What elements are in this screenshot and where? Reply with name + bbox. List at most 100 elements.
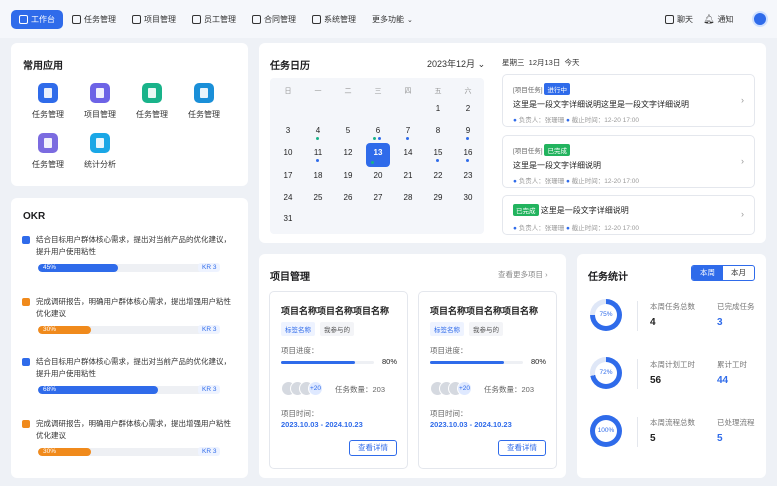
okr-progress-bar: 30%	[38, 326, 215, 334]
okr-item: 结合目标用户群体核心需求，提出对当前产品的优化建议，提升用户使用粘性 45% KR …	[22, 234, 234, 272]
progress-ring: 100%	[590, 415, 622, 447]
project-time: 2023.10.03 - 2024.10.23	[281, 420, 363, 429]
progress-ring: 75%	[590, 299, 622, 331]
calendar-day[interactable]: 26	[337, 193, 359, 202]
calendar-day[interactable]: 5	[337, 126, 359, 135]
calendar-day[interactable]: 24	[277, 193, 299, 202]
chevron-right-icon: ›	[741, 209, 744, 219]
calendar-day[interactable]: 18	[307, 171, 329, 180]
app-5[interactable]: 统计分析	[80, 133, 120, 170]
calendar-day[interactable]: 8	[427, 126, 449, 135]
calendar-day[interactable]: 27	[367, 193, 389, 202]
kr-badge[interactable]: KR 3	[198, 325, 221, 334]
view-details-button[interactable]: 查看详情	[498, 440, 546, 456]
app-label: 统计分析	[84, 160, 116, 169]
okr-progress-fill: 68%	[38, 386, 159, 394]
tab-week[interactable]: 本周	[692, 266, 723, 280]
project-name: 项目名称项目名称项目名称	[281, 306, 390, 316]
nav-project-management[interactable]: 项目管理	[132, 10, 176, 29]
kr-badge[interactable]: KR 3	[198, 263, 221, 272]
nav-system-management[interactable]: 系统管理	[312, 10, 356, 29]
stat-value: 5	[650, 433, 656, 444]
project-time: 2023.10.03 - 2024.10.23	[430, 420, 512, 429]
calendar-day[interactable]: 10	[277, 148, 299, 157]
app-3[interactable]: 任务管理	[184, 83, 224, 120]
project-tag: 我参与的	[469, 322, 503, 336]
okr-progress-fill: 45%	[38, 264, 118, 272]
task-meta: ● 负责人：张珊珊 ● 截止时间：12-20 17:00	[513, 175, 639, 185]
calendar-day[interactable]: 17	[277, 171, 299, 180]
calendar-day[interactable]: 11	[307, 148, 329, 157]
view-details-button[interactable]: 查看详情	[349, 440, 397, 456]
ring-label: 72%	[595, 362, 617, 384]
stat-label: 累计工时	[717, 360, 747, 369]
ring-label: 75%	[595, 304, 617, 326]
calendar-day[interactable]: 12	[337, 148, 359, 157]
stat-label: 已处理流程	[717, 418, 755, 427]
notification-button[interactable]: 🔔︎ 通知	[703, 10, 733, 29]
calendar-day[interactable]: 3	[277, 126, 299, 135]
okr-title: OKR	[23, 211, 46, 222]
okr-item: 完成调研报告，明确用户群体核心需求，提出增强用户粘性优化建议 30% KR 3	[22, 296, 234, 334]
kr-badge[interactable]: KR 3	[198, 385, 221, 394]
task-header: 已完成 这里是一段文字详细说明	[513, 204, 629, 216]
calendar-day[interactable]: 4	[307, 126, 329, 135]
avatar[interactable]	[752, 11, 768, 27]
calendar-day[interactable]: 6	[367, 126, 389, 135]
stat-label: 本周计划工时	[650, 360, 695, 369]
calendar-day[interactable]: 21	[397, 171, 419, 180]
calendar-day[interactable]: 16	[457, 148, 479, 157]
calendar-day[interactable]: 1	[427, 104, 449, 113]
calendar-day[interactable]: 9	[457, 126, 479, 135]
month-selector[interactable]: 2023年12月 ⌄	[427, 57, 485, 70]
chevron-down-icon: ⌄	[407, 16, 413, 24]
task-card[interactable]: 已完成 这里是一段文字详细说明 ● 负责人：张珊珊 ● 截止时间：12-20 17…	[502, 195, 755, 235]
task-deadline: 截止时间：12-20 17:00	[571, 117, 639, 124]
calendar-day[interactable]: 23	[457, 171, 479, 180]
app-4[interactable]: 任务管理	[28, 133, 68, 170]
calendar-day[interactable]: 15	[427, 148, 449, 157]
calendar-day[interactable]: 20	[367, 171, 389, 180]
task-card[interactable]: [项目任务] 已完成 这里是一段文字详细说明 ● 负责人：张珊珊 ● 截止时间：12…	[502, 135, 755, 188]
calendar-day[interactable]: 14	[397, 148, 419, 157]
app-1[interactable]: 项目管理	[80, 83, 120, 120]
nav-task-management[interactable]: 任务管理	[72, 10, 116, 29]
nav-contract-management[interactable]: 合同管理	[252, 10, 296, 29]
progress-value: 80%	[531, 357, 547, 366]
calendar-day[interactable]: 30	[457, 193, 479, 202]
app-label: 任务管理	[188, 110, 220, 119]
top-nav: 工作台 任务管理 项目管理 员工管理 合同管理 系统管理 更多功能 ⌄ 聊天 🔔︎…	[0, 0, 777, 38]
monitor-icon	[19, 15, 28, 24]
task-icon	[142, 83, 162, 103]
okr-progress-bar: 68%	[38, 386, 215, 394]
view-more-projects-link[interactable]: 查看更多项目 ›	[498, 269, 548, 280]
stat-value: 56	[650, 375, 662, 386]
nav-more-functions[interactable]: 更多功能 ⌄	[372, 10, 413, 29]
nav-workbench[interactable]: 工作台	[11, 10, 63, 29]
task-count: 任务数量：203	[484, 385, 535, 394]
calendar-day[interactable]: 19	[337, 171, 359, 180]
project-progress-fill	[281, 361, 356, 364]
calendar-day[interactable]: 31	[277, 214, 299, 223]
tab-month[interactable]: 本月	[723, 266, 754, 280]
calendar-day[interactable]: 7	[397, 126, 419, 135]
app-2[interactable]: 任务管理	[132, 83, 172, 120]
app-label: 任务管理	[32, 110, 64, 119]
divider	[637, 359, 638, 389]
project-progress-bar	[430, 361, 523, 364]
project-progress-bar	[281, 361, 374, 364]
chevron-down-icon: ⌄	[477, 59, 486, 69]
member-count: +20	[457, 381, 472, 396]
chat-button[interactable]: 聊天	[665, 10, 693, 29]
calendar-day[interactable]: 2	[457, 104, 479, 113]
calendar-day[interactable]: 22	[427, 171, 449, 180]
app-0[interactable]: 任务管理	[28, 83, 68, 120]
calendar-day[interactable]: 25	[307, 193, 329, 202]
calendar-day[interactable]: 29	[427, 193, 449, 202]
kr-badge[interactable]: KR 3	[198, 447, 221, 456]
calendar-day[interactable]: 28	[397, 193, 419, 202]
project-tag: 我参与的	[320, 322, 354, 336]
task-card[interactable]: [项目任务] 进行中 这里是一段文字详细说明这里是一段文字详细说明 ● 负责人：张珊…	[502, 74, 755, 127]
projects-title: 项目管理	[270, 272, 310, 283]
nav-staff-management[interactable]: 员工管理	[192, 10, 236, 29]
